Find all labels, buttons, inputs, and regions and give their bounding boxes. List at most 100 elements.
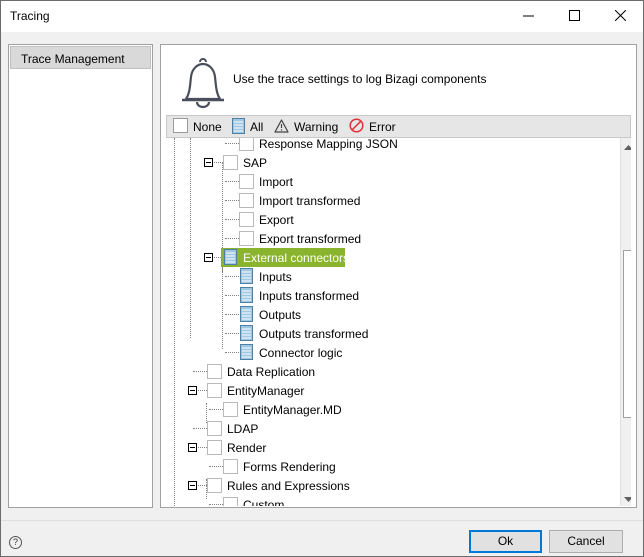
bell-icon bbox=[176, 57, 230, 112]
help-circle-icon[interactable]: ? bbox=[9, 536, 22, 549]
tree-node-label: Export bbox=[259, 213, 294, 227]
tree-node-label: Render bbox=[227, 441, 267, 455]
tree-node[interactable]: Import bbox=[166, 172, 566, 191]
tree-node-label: Outputs transformed bbox=[259, 327, 369, 341]
tree-node[interactable]: EntityManager bbox=[166, 381, 566, 400]
expand-toggle[interactable] bbox=[188, 386, 197, 395]
tree-node[interactable]: EntityManager.MD bbox=[166, 400, 566, 419]
all-list-icon[interactable] bbox=[240, 268, 253, 287]
tree-node[interactable]: Connector logic bbox=[166, 343, 566, 362]
tree-node[interactable]: Forms Rendering bbox=[166, 457, 566, 476]
checkbox-empty-icon bbox=[173, 118, 188, 136]
all-list-icon[interactable] bbox=[240, 287, 253, 306]
filter-error-label: Error bbox=[369, 120, 396, 134]
tree-node[interactable]: Export bbox=[166, 210, 566, 229]
filter-none-label: None bbox=[193, 120, 222, 134]
tree-node-label: LDAP bbox=[227, 422, 259, 436]
all-list-icon bbox=[232, 117, 245, 137]
tree-node-label: Data Replication bbox=[227, 365, 316, 379]
tree-node-label: Rules and Expressions bbox=[227, 479, 350, 493]
trace-checkbox[interactable] bbox=[239, 231, 254, 246]
tree-node[interactable]: Render bbox=[166, 438, 566, 457]
cancel-button[interactable]: Cancel bbox=[549, 530, 623, 553]
expand-toggle[interactable] bbox=[204, 253, 213, 262]
ok-button[interactable]: Ok bbox=[469, 530, 542, 553]
tree-node[interactable]: Inputs transformed bbox=[166, 286, 566, 305]
title-bar: Tracing bbox=[1, 1, 643, 32]
trace-checkbox[interactable] bbox=[223, 402, 238, 417]
close-icon bbox=[614, 9, 626, 24]
all-list-icon[interactable] bbox=[224, 249, 237, 268]
scroll-up-button[interactable] bbox=[621, 138, 631, 154]
tree-node-label: External connectors bbox=[243, 251, 350, 265]
filter-none-button[interactable]: None bbox=[173, 118, 222, 136]
all-list-icon[interactable] bbox=[240, 344, 253, 363]
panel-description: Use the trace settings to log Bizagi com… bbox=[233, 72, 487, 86]
trace-checkbox[interactable] bbox=[223, 155, 238, 170]
settings-nav: Trace Management bbox=[8, 44, 153, 508]
expand-toggle[interactable] bbox=[204, 158, 213, 167]
trace-checkbox[interactable] bbox=[207, 478, 222, 493]
trace-checkbox[interactable] bbox=[239, 138, 254, 151]
trace-filter-toolbar: None All Warning Error bbox=[166, 115, 631, 138]
tree-node[interactable]: Rules and Expressions bbox=[166, 476, 566, 495]
tree-node-label: Connector logic bbox=[259, 346, 343, 360]
tree-node-label: Import bbox=[259, 175, 294, 189]
trace-checkbox[interactable] bbox=[239, 212, 254, 227]
tree-node[interactable]: Outputs transformed bbox=[166, 324, 566, 343]
warning-triangle-icon bbox=[274, 118, 289, 136]
tree-node[interactable]: Export transformed bbox=[166, 229, 566, 248]
filter-all-button[interactable]: All bbox=[232, 117, 263, 137]
tree-node-label: Custom bbox=[243, 498, 285, 506]
tree-node[interactable]: SAP bbox=[166, 153, 566, 172]
error-circle-icon bbox=[349, 118, 364, 136]
tracing-dialog: Tracing Trace Management Use the trace s… bbox=[0, 0, 644, 557]
window-title: Tracing bbox=[10, 9, 50, 23]
nav-item-trace-management[interactable]: Trace Management bbox=[10, 46, 151, 69]
trace-checkbox[interactable] bbox=[207, 421, 222, 436]
minimize-button[interactable] bbox=[505, 1, 551, 32]
tree-node[interactable]: Inputs bbox=[166, 267, 566, 286]
tree-node-label: SAP bbox=[243, 156, 268, 170]
tree-node[interactable]: External connectors bbox=[166, 248, 566, 267]
scroll-down-button[interactable] bbox=[621, 490, 631, 506]
tree-node[interactable]: Outputs bbox=[166, 305, 566, 324]
maximize-icon bbox=[568, 9, 580, 24]
trace-tree: Response Mapping JSON SAP Import Import tra… bbox=[166, 138, 631, 506]
maximize-button[interactable] bbox=[551, 1, 597, 32]
tree-node-label: Inputs bbox=[259, 270, 292, 284]
tree-node-label: Import transformed bbox=[259, 194, 361, 208]
close-button[interactable] bbox=[597, 1, 643, 32]
filter-error-button[interactable]: Error bbox=[349, 118, 396, 136]
expand-toggle[interactable] bbox=[188, 481, 197, 490]
tree-node-label: Outputs bbox=[259, 308, 302, 322]
trace-checkbox[interactable] bbox=[223, 459, 238, 474]
scrollbar-thumb[interactable] bbox=[623, 250, 631, 418]
tree-node[interactable]: Import transformed bbox=[166, 191, 566, 210]
chevron-down-icon bbox=[624, 491, 631, 505]
filter-warning-label: Warning bbox=[294, 120, 339, 134]
trace-checkbox[interactable] bbox=[239, 193, 254, 208]
all-list-icon[interactable] bbox=[240, 325, 253, 344]
dialog-footer: ? Ok Cancel bbox=[1, 520, 643, 556]
tree-node[interactable]: Custom bbox=[166, 495, 566, 506]
all-list-icon[interactable] bbox=[240, 306, 253, 325]
filter-warning-button[interactable]: Warning bbox=[274, 118, 338, 136]
tree-node-label: Response Mapping JSON bbox=[259, 138, 398, 151]
trace-checkbox[interactable] bbox=[223, 497, 238, 506]
tree-node[interactable]: LDAP bbox=[166, 419, 566, 438]
trace-checkbox[interactable] bbox=[207, 440, 222, 455]
tree-node-label: Export transformed bbox=[259, 232, 362, 246]
expand-toggle[interactable] bbox=[188, 443, 197, 452]
trace-checkbox[interactable] bbox=[207, 364, 222, 379]
tree-node-label: EntityManager bbox=[227, 384, 305, 398]
trace-settings-panel: Use the trace settings to log Bizagi com… bbox=[160, 44, 637, 508]
minimize-icon bbox=[522, 10, 534, 24]
tree-node[interactable]: Response Mapping JSON bbox=[166, 138, 566, 153]
tree-scrollbar[interactable] bbox=[620, 138, 631, 506]
tree-node-label: EntityManager.MD bbox=[243, 403, 342, 417]
tree-node-label: Forms Rendering bbox=[243, 460, 336, 474]
trace-checkbox[interactable] bbox=[207, 383, 222, 398]
trace-checkbox[interactable] bbox=[239, 174, 254, 189]
tree-node[interactable]: Data Replication bbox=[166, 362, 566, 381]
